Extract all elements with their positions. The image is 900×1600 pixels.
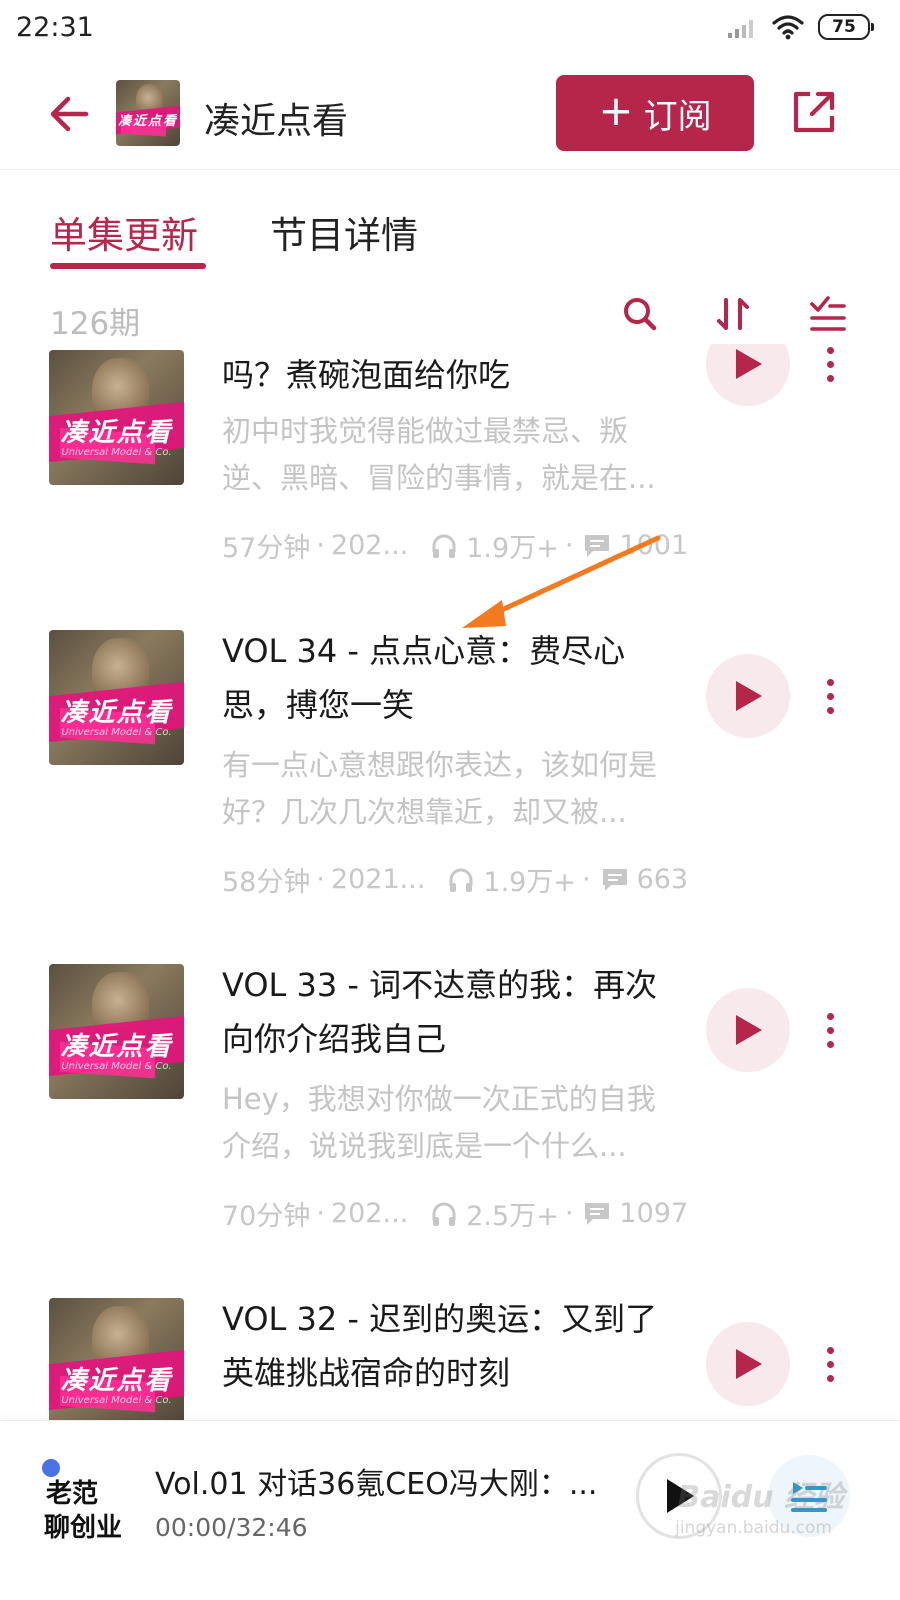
signal-icon xyxy=(728,20,753,38)
episode-comments: 1097 xyxy=(619,1198,689,1229)
episode-description: 初中时我觉得能做过最禁忌、叛逆、黑暗、冒险的事情，就是在... xyxy=(222,414,656,495)
episode-plays: 2.5万+ xyxy=(466,1201,559,1232)
episode-duration: 70分钟 xyxy=(222,1201,311,1232)
headphones-icon xyxy=(432,534,456,558)
episode-title: VOL 34 - 点点心意：费尽心思，搏您一笑 xyxy=(222,632,626,724)
play-icon xyxy=(736,681,762,711)
plus-icon: + xyxy=(598,86,634,135)
back-button[interactable] xyxy=(46,90,94,138)
episode-comments: 1001 xyxy=(619,530,689,561)
episode-more-button[interactable] xyxy=(812,666,848,726)
play-icon xyxy=(736,1015,762,1045)
headphones-icon xyxy=(449,868,473,892)
podcast-cover: 凑近点看 xyxy=(116,80,180,146)
mini-player-logo-line2: 聊创业 xyxy=(44,1513,123,1543)
episode-date: 202... xyxy=(330,1198,409,1229)
comment-icon xyxy=(602,868,627,891)
cover-title: 凑近点看 xyxy=(60,418,173,449)
episode-play-button[interactable] xyxy=(706,988,790,1072)
status-time: 22:31 xyxy=(16,12,94,43)
watermark-main: Baidu 经验 xyxy=(677,1480,844,1515)
podcast-cover-text: 凑近点看 xyxy=(117,114,178,130)
tab-details[interactable]: 节目详情 xyxy=(270,205,418,259)
episode-count: 126期 xyxy=(50,306,141,342)
podcast-cover-art: 凑近点看 xyxy=(116,80,180,146)
search-icon xyxy=(624,298,657,331)
play-icon xyxy=(736,1349,762,1379)
episode-meta: 70分钟 · 202... 2.5万+ · 1097 xyxy=(222,1194,692,1233)
episode-description: Hey，我想对你做一次正式的自我介绍，说说我到底是一个什么... xyxy=(222,1082,656,1163)
list-header: 126期 xyxy=(0,292,900,344)
episode-plays: 1.9万+ xyxy=(483,867,576,898)
cover-subtitle: Universal Model & Co. xyxy=(61,447,172,459)
episode-duration: 57分钟 xyxy=(222,533,311,564)
episode-cover: 凑近点看 Universal Model & Co. xyxy=(49,964,184,1099)
comment-icon xyxy=(585,1202,610,1225)
episode-description: 有一点心意想跟你表达，该如何是好？几次几次想靠近，却又被... xyxy=(222,748,658,829)
episode-more-button[interactable] xyxy=(812,1334,848,1394)
episode-cover: 凑近点看 Universal Model & Co. xyxy=(49,1298,184,1420)
share-button[interactable] xyxy=(790,88,838,136)
episode-play-button[interactable] xyxy=(706,344,790,406)
episode-cover: 凑近点看 Universal Model & Co. xyxy=(49,630,184,765)
episode-meta: 58分钟 · 2021... 1.9万+ · 663 xyxy=(222,860,692,899)
tab-bar: 单集更新 节目详情 xyxy=(0,205,900,275)
cover-title: 凑近点看 xyxy=(60,1366,173,1397)
episode-more-button[interactable] xyxy=(812,344,848,394)
cover-subtitle: Universal Model & Co. xyxy=(61,1395,172,1407)
status-bar: 22:31 75 xyxy=(0,0,900,62)
comment-icon xyxy=(585,534,610,557)
episode-date: 2021... xyxy=(330,864,426,895)
subscribe-button[interactable]: + 订阅 xyxy=(556,75,754,151)
headphones-icon xyxy=(432,1202,456,1226)
episode-item[interactable]: 凑近点看 Universal Model & Co. VOL 32 - 迟到的奥… xyxy=(0,1298,900,1420)
sort-icon xyxy=(717,298,749,330)
cover-title: 凑近点看 xyxy=(60,1032,173,1063)
episode-meta: 57分钟 · 202... 1.9万+ · 1001 xyxy=(222,526,692,565)
watermark-sub: jingyan.baidu.com xyxy=(675,1518,832,1538)
episode-cover: 凑近点看 Universal Model & Co. xyxy=(49,350,184,485)
mini-player-title: Vol.01 对话36氪CEO冯大刚：... xyxy=(155,1467,598,1502)
share-icon xyxy=(793,91,835,133)
battery-level: 75 xyxy=(832,17,856,37)
episode-date: 202... xyxy=(330,530,409,561)
episode-play-button[interactable] xyxy=(706,1322,790,1406)
play-icon xyxy=(736,349,762,379)
episode-title: VOL 33 - 词不达意的我：再次向你介绍我自己 xyxy=(222,966,658,1058)
episode-more-button[interactable] xyxy=(812,1000,848,1060)
mini-player-logo-line1: 老范 xyxy=(46,1479,99,1509)
back-arrow-icon xyxy=(50,96,89,132)
episode-item[interactable]: 凑近点看 Universal Model & Co. VOL 34 - 点点心意… xyxy=(0,630,900,964)
episode-title: 吗？煮碗泡面给你吃 xyxy=(222,356,511,394)
cover-subtitle: Universal Model & Co. xyxy=(61,727,172,739)
episode-duration: 58分钟 xyxy=(222,867,311,898)
wifi-icon xyxy=(772,15,804,40)
episode-list: 凑近点看 Universal Model & Co. 吗？煮碗泡面给你吃 初中时… xyxy=(0,344,900,1420)
checklist-icon xyxy=(810,296,846,331)
episode-item[interactable]: 凑近点看 Universal Model & Co. 吗？煮碗泡面给你吃 初中时… xyxy=(0,344,900,638)
episode-item[interactable]: 凑近点看 Universal Model & Co. VOL 33 - 词不达意… xyxy=(0,964,900,1298)
cover-title: 凑近点看 xyxy=(60,698,173,729)
search-button[interactable] xyxy=(620,294,660,334)
sort-button[interactable] xyxy=(714,294,754,334)
app-header: 凑近点看 凑近点看 + 订阅 xyxy=(0,62,900,170)
episode-plays: 1.9万+ xyxy=(466,533,559,564)
podcast-title: 凑近点看 xyxy=(204,101,349,142)
episode-title: VOL 32 - 迟到的奥运：又到了英雄挑战宿命的时刻 xyxy=(222,1300,658,1392)
tab-episodes[interactable]: 单集更新 xyxy=(50,205,198,259)
cover-subtitle: Universal Model & Co. xyxy=(61,1061,172,1073)
battery-indicator: 75 xyxy=(818,14,874,40)
subscribe-label: 订阅 xyxy=(643,96,712,137)
episode-play-button[interactable] xyxy=(706,654,790,738)
active-tab-indicator xyxy=(50,263,206,269)
status-icons: 75 xyxy=(726,14,874,40)
mini-player-time: 00:00/32:46 xyxy=(155,1513,308,1542)
batch-select-button[interactable] xyxy=(808,294,848,334)
mini-player-cover: 老范 聊创业 xyxy=(40,1459,132,1551)
episode-comments: 663 xyxy=(636,864,689,895)
